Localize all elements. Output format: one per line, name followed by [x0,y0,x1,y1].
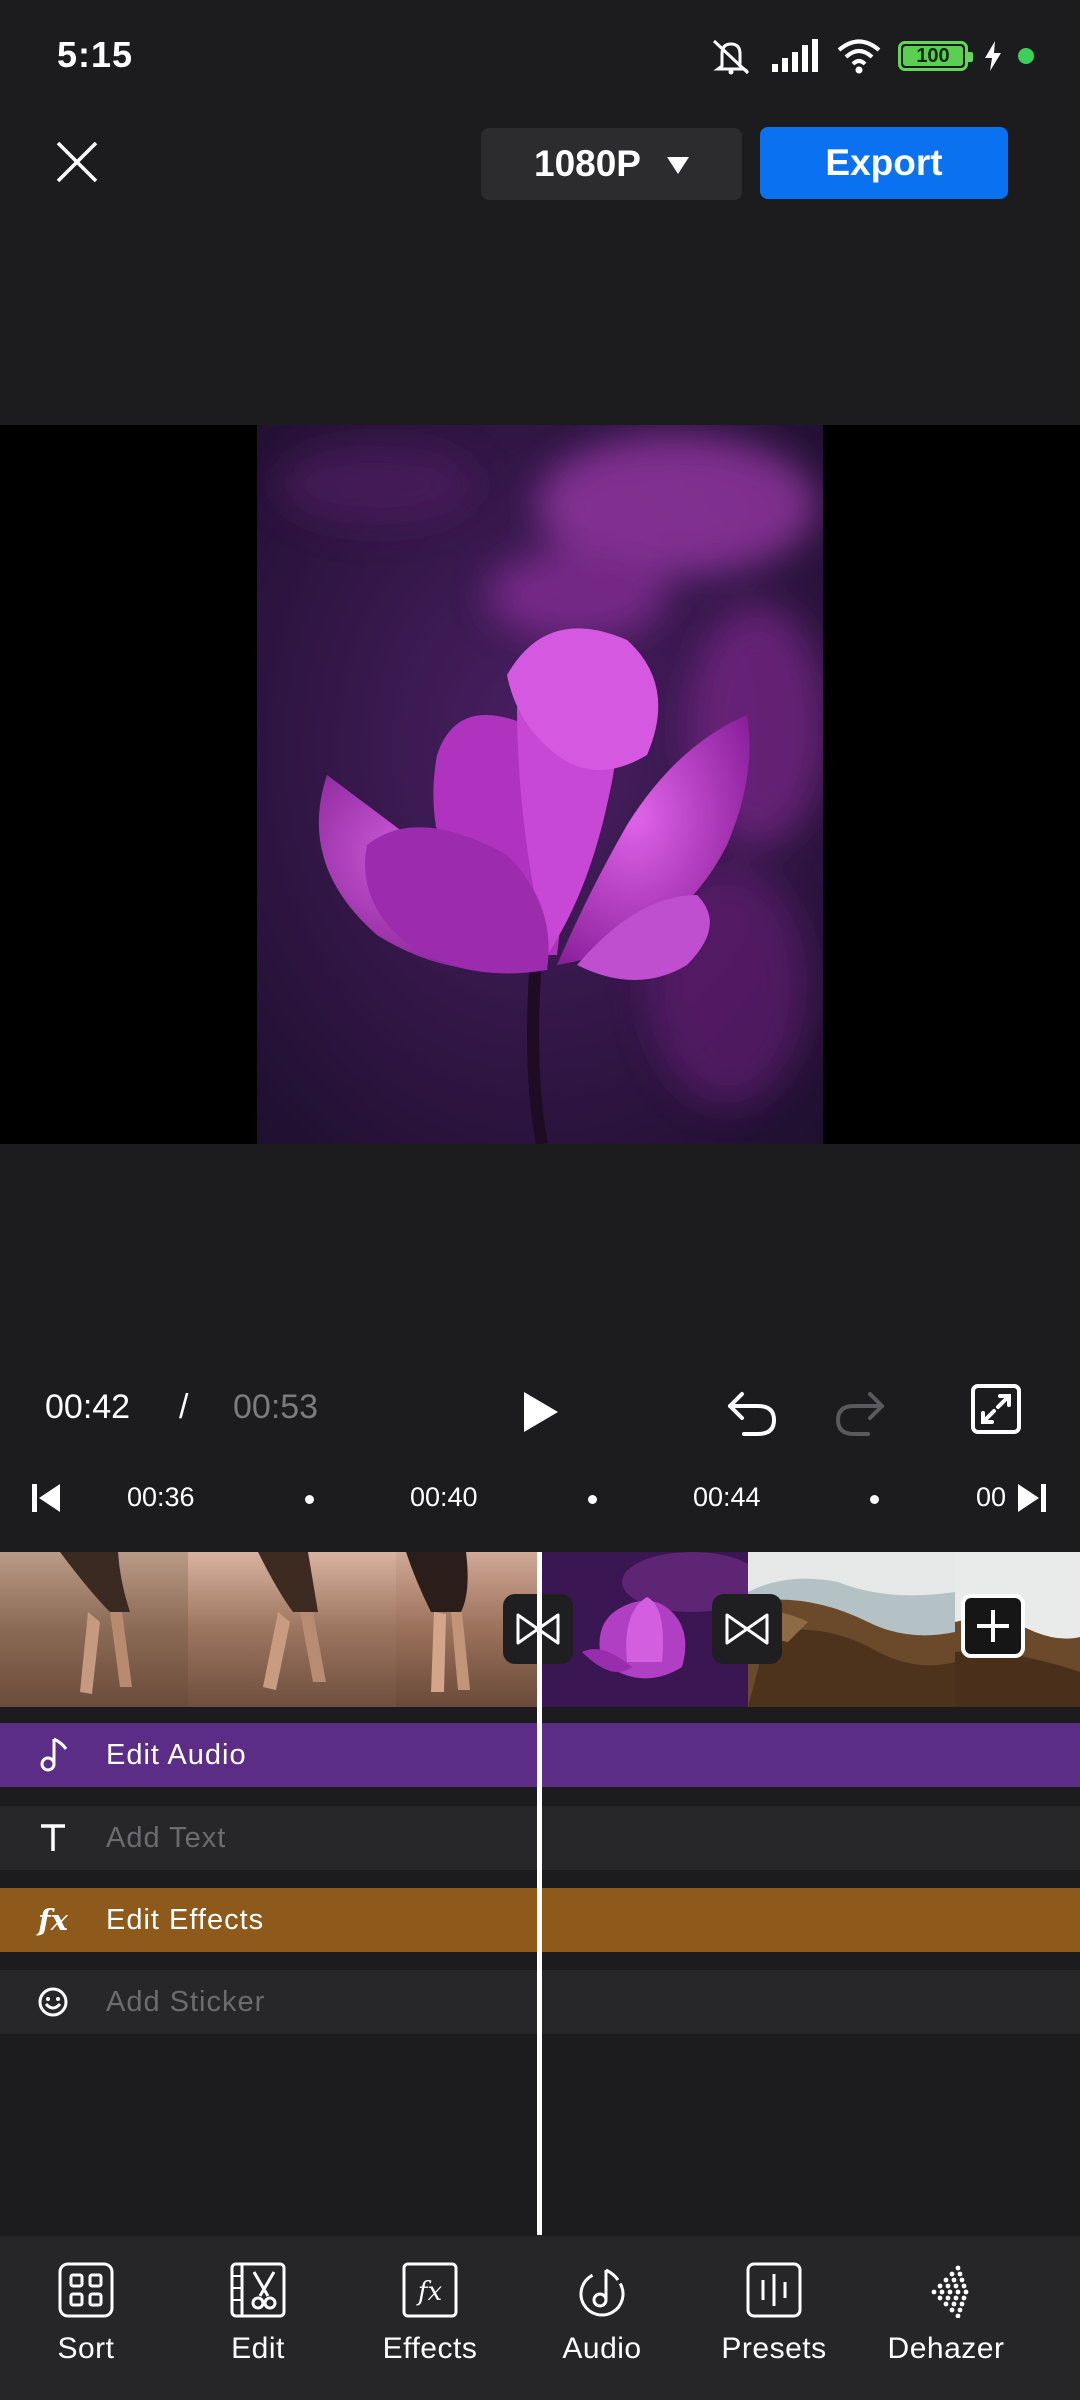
play-icon[interactable] [510,1384,566,1440]
current-time: 00:42 [45,1388,131,1426]
tool-effects[interactable]: fx Effects [344,2260,516,2380]
export-button[interactable]: Export [760,127,1008,199]
tool-presets[interactable]: Presets [688,2260,860,2380]
video-preview[interactable] [0,425,1080,1144]
undo-icon[interactable] [724,1386,780,1438]
status-icons: 100 [708,34,1034,78]
ruler-label: 00 [976,1482,1007,1512]
close-icon [56,141,98,183]
ruler-dot [305,1495,314,1504]
transition-icon [725,1613,769,1645]
redo-icon[interactable] [832,1386,888,1438]
fullscreen-icon[interactable] [970,1383,1022,1435]
resolution-label: 1080P [534,143,641,184]
presets-icon [744,2260,804,2320]
signal-icon [772,39,818,72]
tool-dehazer[interactable]: Dehazer [860,2260,1032,2380]
time-separator: / [179,1388,189,1426]
edit-audio-label: Edit Audio [106,1738,247,1771]
fx-icon: fx [400,2260,460,2320]
add-sticker-label: Add Sticker [106,1985,266,2018]
plus-icon [977,1610,1009,1642]
preview-frame-magnolia [257,425,823,1144]
charging-icon [985,41,1001,71]
grid-icon [56,2260,116,2320]
total-time: 00:53 [233,1388,319,1426]
tool-effects-label: Effects [382,2332,478,2365]
status-bar: 5:15 100 [0,0,1080,110]
wifi-icon [837,39,881,74]
ruler-label: 00:36 [127,1482,195,1512]
add-text-label: Add Text [106,1821,227,1854]
text-icon [0,1806,106,1870]
smiley-icon [0,1970,106,2034]
add-clip-button[interactable] [961,1594,1025,1658]
svg-text:fx: fx [416,2277,443,2307]
dehazer-icon [916,2260,976,2320]
tool-edit-label: Edit [231,2332,285,2365]
music-note-icon [0,1723,106,1787]
tool-presets-label: Presets [721,2332,827,2365]
edit-effects-label: Edit Effects [106,1903,265,1936]
ruler-dot [588,1495,597,1504]
battery-icon: 100 [898,41,973,71]
tool-edit[interactable]: Edit [172,2260,344,2380]
privacy-dot [1018,48,1034,64]
top-bar: 1080P Export [0,120,1080,210]
clip-thumbnail-beach-2[interactable] [188,1552,396,1707]
dropdown-arrow-icon [667,156,689,174]
tool-audio[interactable]: Audio [516,2260,688,2380]
tool-sort[interactable]: Sort [0,2260,172,2380]
playhead[interactable] [537,1552,542,2235]
transition-button-2[interactable] [712,1594,782,1664]
resolution-dropdown[interactable]: 1080P [481,128,742,200]
tool-audio-label: Audio [562,2332,642,2365]
film-scissors-icon [228,2260,288,2320]
ruler-label: 00:44 [693,1482,761,1512]
skip-to-end-icon[interactable] [1016,1482,1048,1514]
bottom-toolbar: Sort Edit fx Effects Audio Presets Dehaz… [0,2236,1080,2400]
timeline-ruler: 00:36 00:40 00:44 00 [0,1468,1080,1528]
mute-icon [712,39,750,75]
close-button[interactable] [45,130,109,194]
ruler-label: 00:40 [410,1482,478,1512]
tool-dehazer-label: Dehazer [887,2332,1005,2365]
clip-thumbnail-beach-1[interactable] [0,1552,188,1707]
skip-to-start-icon[interactable] [30,1482,62,1514]
player-controls: 00:42 / 00:53 [0,1370,1080,1446]
battery-level: 100 [916,44,950,67]
music-note-icon [572,2260,632,2320]
fx-icon: fx [38,1903,68,1937]
status-time: 5:15 [57,34,134,75]
ruler-dot [870,1495,879,1504]
tool-sort-label: Sort [57,2332,115,2365]
